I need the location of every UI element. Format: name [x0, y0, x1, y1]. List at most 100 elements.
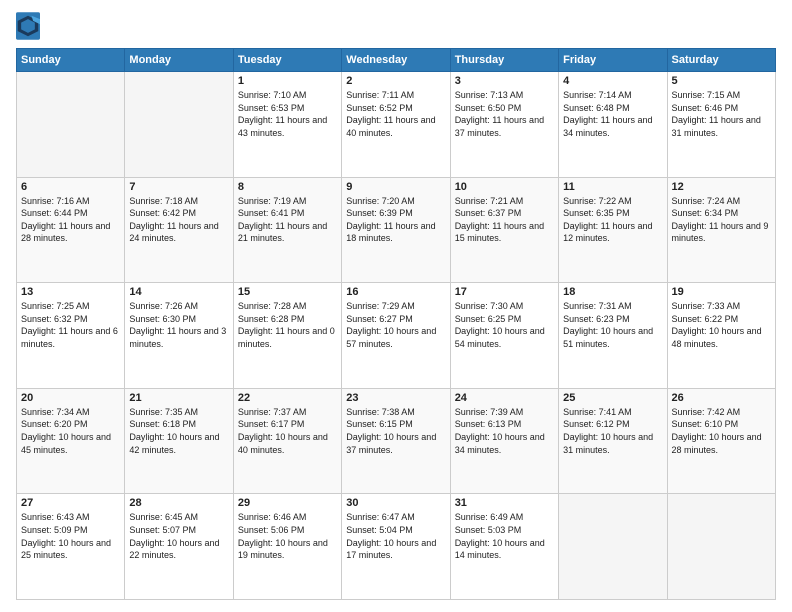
day-number: 22	[238, 392, 337, 404]
calendar-day: 26 Sunrise: 7:42 AM Sunset: 6:10 PM Dayl…	[667, 388, 775, 494]
day-info: Sunrise: 7:38 AM Sunset: 6:15 PM Dayligh…	[346, 406, 445, 456]
day-number: 1	[238, 75, 337, 87]
day-number: 15	[238, 286, 337, 298]
day-info: Sunrise: 7:21 AM Sunset: 6:37 PM Dayligh…	[455, 195, 554, 245]
calendar-day: 16 Sunrise: 7:29 AM Sunset: 6:27 PM Dayl…	[342, 283, 450, 389]
day-number: 19	[672, 286, 771, 298]
day-number: 10	[455, 181, 554, 193]
day-number: 27	[21, 497, 120, 509]
day-info: Sunrise: 7:37 AM Sunset: 6:17 PM Dayligh…	[238, 406, 337, 456]
day-info: Sunrise: 7:14 AM Sunset: 6:48 PM Dayligh…	[563, 89, 662, 139]
day-info: Sunrise: 7:18 AM Sunset: 6:42 PM Dayligh…	[129, 195, 228, 245]
calendar-day: 8 Sunrise: 7:19 AM Sunset: 6:41 PM Dayli…	[233, 177, 341, 283]
day-info: Sunrise: 7:30 AM Sunset: 6:25 PM Dayligh…	[455, 300, 554, 350]
calendar-day: 18 Sunrise: 7:31 AM Sunset: 6:23 PM Dayl…	[559, 283, 667, 389]
day-number: 14	[129, 286, 228, 298]
calendar-day: 1 Sunrise: 7:10 AM Sunset: 6:53 PM Dayli…	[233, 72, 341, 178]
day-number: 31	[455, 497, 554, 509]
day-number: 24	[455, 392, 554, 404]
col-sunday: Sunday	[17, 49, 125, 72]
calendar-day: 24 Sunrise: 7:39 AM Sunset: 6:13 PM Dayl…	[450, 388, 558, 494]
day-info: Sunrise: 7:28 AM Sunset: 6:28 PM Dayligh…	[238, 300, 337, 350]
day-number: 7	[129, 181, 228, 193]
day-number: 25	[563, 392, 662, 404]
day-info: Sunrise: 7:10 AM Sunset: 6:53 PM Dayligh…	[238, 89, 337, 139]
day-info: Sunrise: 7:25 AM Sunset: 6:32 PM Dayligh…	[21, 300, 120, 350]
day-number: 2	[346, 75, 445, 87]
calendar-day: 20 Sunrise: 7:34 AM Sunset: 6:20 PM Dayl…	[17, 388, 125, 494]
day-info: Sunrise: 7:39 AM Sunset: 6:13 PM Dayligh…	[455, 406, 554, 456]
calendar-day	[125, 72, 233, 178]
day-info: Sunrise: 6:47 AM Sunset: 5:04 PM Dayligh…	[346, 511, 445, 561]
col-saturday: Saturday	[667, 49, 775, 72]
calendar-header-row: Sunday Monday Tuesday Wednesday Thursday…	[17, 49, 776, 72]
logo-icon	[16, 12, 40, 40]
calendar-day: 19 Sunrise: 7:33 AM Sunset: 6:22 PM Dayl…	[667, 283, 775, 389]
calendar-week-row: 6 Sunrise: 7:16 AM Sunset: 6:44 PM Dayli…	[17, 177, 776, 283]
day-info: Sunrise: 6:45 AM Sunset: 5:07 PM Dayligh…	[129, 511, 228, 561]
day-info: Sunrise: 7:15 AM Sunset: 6:46 PM Dayligh…	[672, 89, 771, 139]
day-info: Sunrise: 6:46 AM Sunset: 5:06 PM Dayligh…	[238, 511, 337, 561]
day-info: Sunrise: 7:20 AM Sunset: 6:39 PM Dayligh…	[346, 195, 445, 245]
day-number: 5	[672, 75, 771, 87]
calendar-day: 3 Sunrise: 7:13 AM Sunset: 6:50 PM Dayli…	[450, 72, 558, 178]
calendar-day	[667, 494, 775, 600]
day-info: Sunrise: 7:31 AM Sunset: 6:23 PM Dayligh…	[563, 300, 662, 350]
day-number: 8	[238, 181, 337, 193]
day-info: Sunrise: 7:33 AM Sunset: 6:22 PM Dayligh…	[672, 300, 771, 350]
calendar-day: 11 Sunrise: 7:22 AM Sunset: 6:35 PM Dayl…	[559, 177, 667, 283]
calendar-day: 29 Sunrise: 6:46 AM Sunset: 5:06 PM Dayl…	[233, 494, 341, 600]
col-tuesday: Tuesday	[233, 49, 341, 72]
day-info: Sunrise: 7:22 AM Sunset: 6:35 PM Dayligh…	[563, 195, 662, 245]
day-number: 6	[21, 181, 120, 193]
calendar-day: 2 Sunrise: 7:11 AM Sunset: 6:52 PM Dayli…	[342, 72, 450, 178]
calendar-day: 12 Sunrise: 7:24 AM Sunset: 6:34 PM Dayl…	[667, 177, 775, 283]
day-info: Sunrise: 7:16 AM Sunset: 6:44 PM Dayligh…	[21, 195, 120, 245]
calendar-week-row: 20 Sunrise: 7:34 AM Sunset: 6:20 PM Dayl…	[17, 388, 776, 494]
calendar-day: 9 Sunrise: 7:20 AM Sunset: 6:39 PM Dayli…	[342, 177, 450, 283]
calendar-table: Sunday Monday Tuesday Wednesday Thursday…	[16, 48, 776, 600]
col-monday: Monday	[125, 49, 233, 72]
day-number: 13	[21, 286, 120, 298]
calendar-week-row: 1 Sunrise: 7:10 AM Sunset: 6:53 PM Dayli…	[17, 72, 776, 178]
calendar-day	[17, 72, 125, 178]
calendar-day: 25 Sunrise: 7:41 AM Sunset: 6:12 PM Dayl…	[559, 388, 667, 494]
calendar-week-row: 27 Sunrise: 6:43 AM Sunset: 5:09 PM Dayl…	[17, 494, 776, 600]
col-friday: Friday	[559, 49, 667, 72]
calendar-day: 10 Sunrise: 7:21 AM Sunset: 6:37 PM Dayl…	[450, 177, 558, 283]
col-thursday: Thursday	[450, 49, 558, 72]
day-number: 21	[129, 392, 228, 404]
day-number: 12	[672, 181, 771, 193]
day-number: 17	[455, 286, 554, 298]
day-info: Sunrise: 7:26 AM Sunset: 6:30 PM Dayligh…	[129, 300, 228, 350]
day-info: Sunrise: 7:29 AM Sunset: 6:27 PM Dayligh…	[346, 300, 445, 350]
calendar-day: 21 Sunrise: 7:35 AM Sunset: 6:18 PM Dayl…	[125, 388, 233, 494]
day-number: 26	[672, 392, 771, 404]
calendar-day: 28 Sunrise: 6:45 AM Sunset: 5:07 PM Dayl…	[125, 494, 233, 600]
day-info: Sunrise: 7:42 AM Sunset: 6:10 PM Dayligh…	[672, 406, 771, 456]
day-info: Sunrise: 7:41 AM Sunset: 6:12 PM Dayligh…	[563, 406, 662, 456]
day-info: Sunrise: 7:11 AM Sunset: 6:52 PM Dayligh…	[346, 89, 445, 139]
day-number: 30	[346, 497, 445, 509]
calendar-day: 17 Sunrise: 7:30 AM Sunset: 6:25 PM Dayl…	[450, 283, 558, 389]
page-header	[16, 12, 776, 40]
day-number: 28	[129, 497, 228, 509]
calendar-day: 13 Sunrise: 7:25 AM Sunset: 6:32 PM Dayl…	[17, 283, 125, 389]
day-number: 18	[563, 286, 662, 298]
calendar-day: 23 Sunrise: 7:38 AM Sunset: 6:15 PM Dayl…	[342, 388, 450, 494]
calendar-day: 7 Sunrise: 7:18 AM Sunset: 6:42 PM Dayli…	[125, 177, 233, 283]
calendar-day: 5 Sunrise: 7:15 AM Sunset: 6:46 PM Dayli…	[667, 72, 775, 178]
day-info: Sunrise: 7:19 AM Sunset: 6:41 PM Dayligh…	[238, 195, 337, 245]
day-info: Sunrise: 6:49 AM Sunset: 5:03 PM Dayligh…	[455, 511, 554, 561]
calendar-day: 6 Sunrise: 7:16 AM Sunset: 6:44 PM Dayli…	[17, 177, 125, 283]
calendar-day: 31 Sunrise: 6:49 AM Sunset: 5:03 PM Dayl…	[450, 494, 558, 600]
day-info: Sunrise: 7:24 AM Sunset: 6:34 PM Dayligh…	[672, 195, 771, 245]
day-info: Sunrise: 7:13 AM Sunset: 6:50 PM Dayligh…	[455, 89, 554, 139]
day-number: 11	[563, 181, 662, 193]
calendar-day: 22 Sunrise: 7:37 AM Sunset: 6:17 PM Dayl…	[233, 388, 341, 494]
calendar-day: 15 Sunrise: 7:28 AM Sunset: 6:28 PM Dayl…	[233, 283, 341, 389]
day-number: 20	[21, 392, 120, 404]
day-info: Sunrise: 7:34 AM Sunset: 6:20 PM Dayligh…	[21, 406, 120, 456]
day-info: Sunrise: 6:43 AM Sunset: 5:09 PM Dayligh…	[21, 511, 120, 561]
calendar-day: 30 Sunrise: 6:47 AM Sunset: 5:04 PM Dayl…	[342, 494, 450, 600]
